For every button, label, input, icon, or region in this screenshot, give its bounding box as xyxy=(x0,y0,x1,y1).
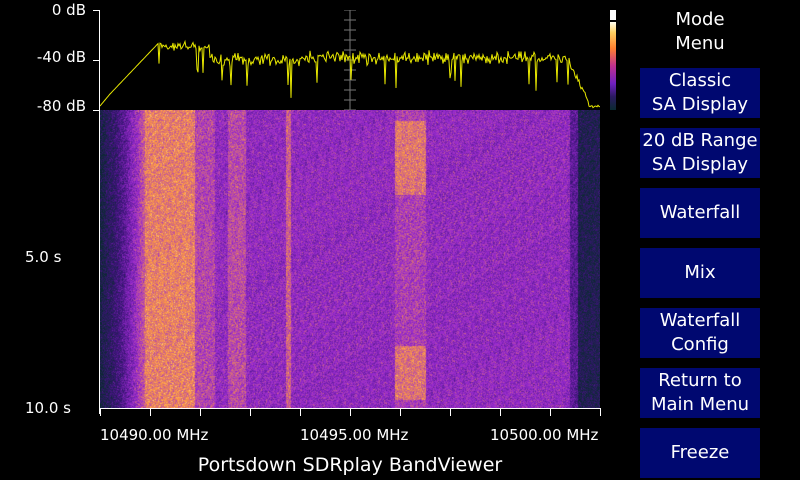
mix-button[interactable]: Mix xyxy=(640,248,760,298)
spectrum-label-minus80db: -80 dB xyxy=(36,97,86,115)
freq-label-10500: 10500.00 MHz xyxy=(490,426,599,444)
spectrum-label-0db: 0 dB xyxy=(51,1,86,19)
mode-menu-title: Mode Menu xyxy=(675,9,725,54)
freeze-button[interactable]: Freeze xyxy=(640,428,760,478)
20db-range-sa-display-button[interactable]: 20 dB Range SA Display xyxy=(640,128,760,178)
spectrum-display[interactable] xyxy=(100,10,600,110)
waterfall-button[interactable]: Waterfall xyxy=(640,188,760,238)
spectrum-label-minus40db: -40 dB xyxy=(36,48,86,66)
freq-label-10490: 10490.00 MHz xyxy=(100,426,209,444)
waterfall-display[interactable] xyxy=(100,110,600,408)
page-title: Portsdown SDRplay BandViewer xyxy=(197,454,503,476)
color-scale-legend xyxy=(610,10,616,110)
time-label-10s: 10.0 s xyxy=(25,399,71,417)
spectrum-trace-svg xyxy=(100,10,600,110)
classic-sa-display-button[interactable]: Classic SA Display xyxy=(640,68,760,118)
waterfall-config-button[interactable]: Waterfall Config xyxy=(640,308,760,358)
time-label-5s: 5.0 s xyxy=(25,248,62,266)
freq-label-10495: 10495.00 MHz xyxy=(300,426,409,444)
return-to-main-menu-button[interactable]: Return to Main Menu xyxy=(640,368,760,418)
